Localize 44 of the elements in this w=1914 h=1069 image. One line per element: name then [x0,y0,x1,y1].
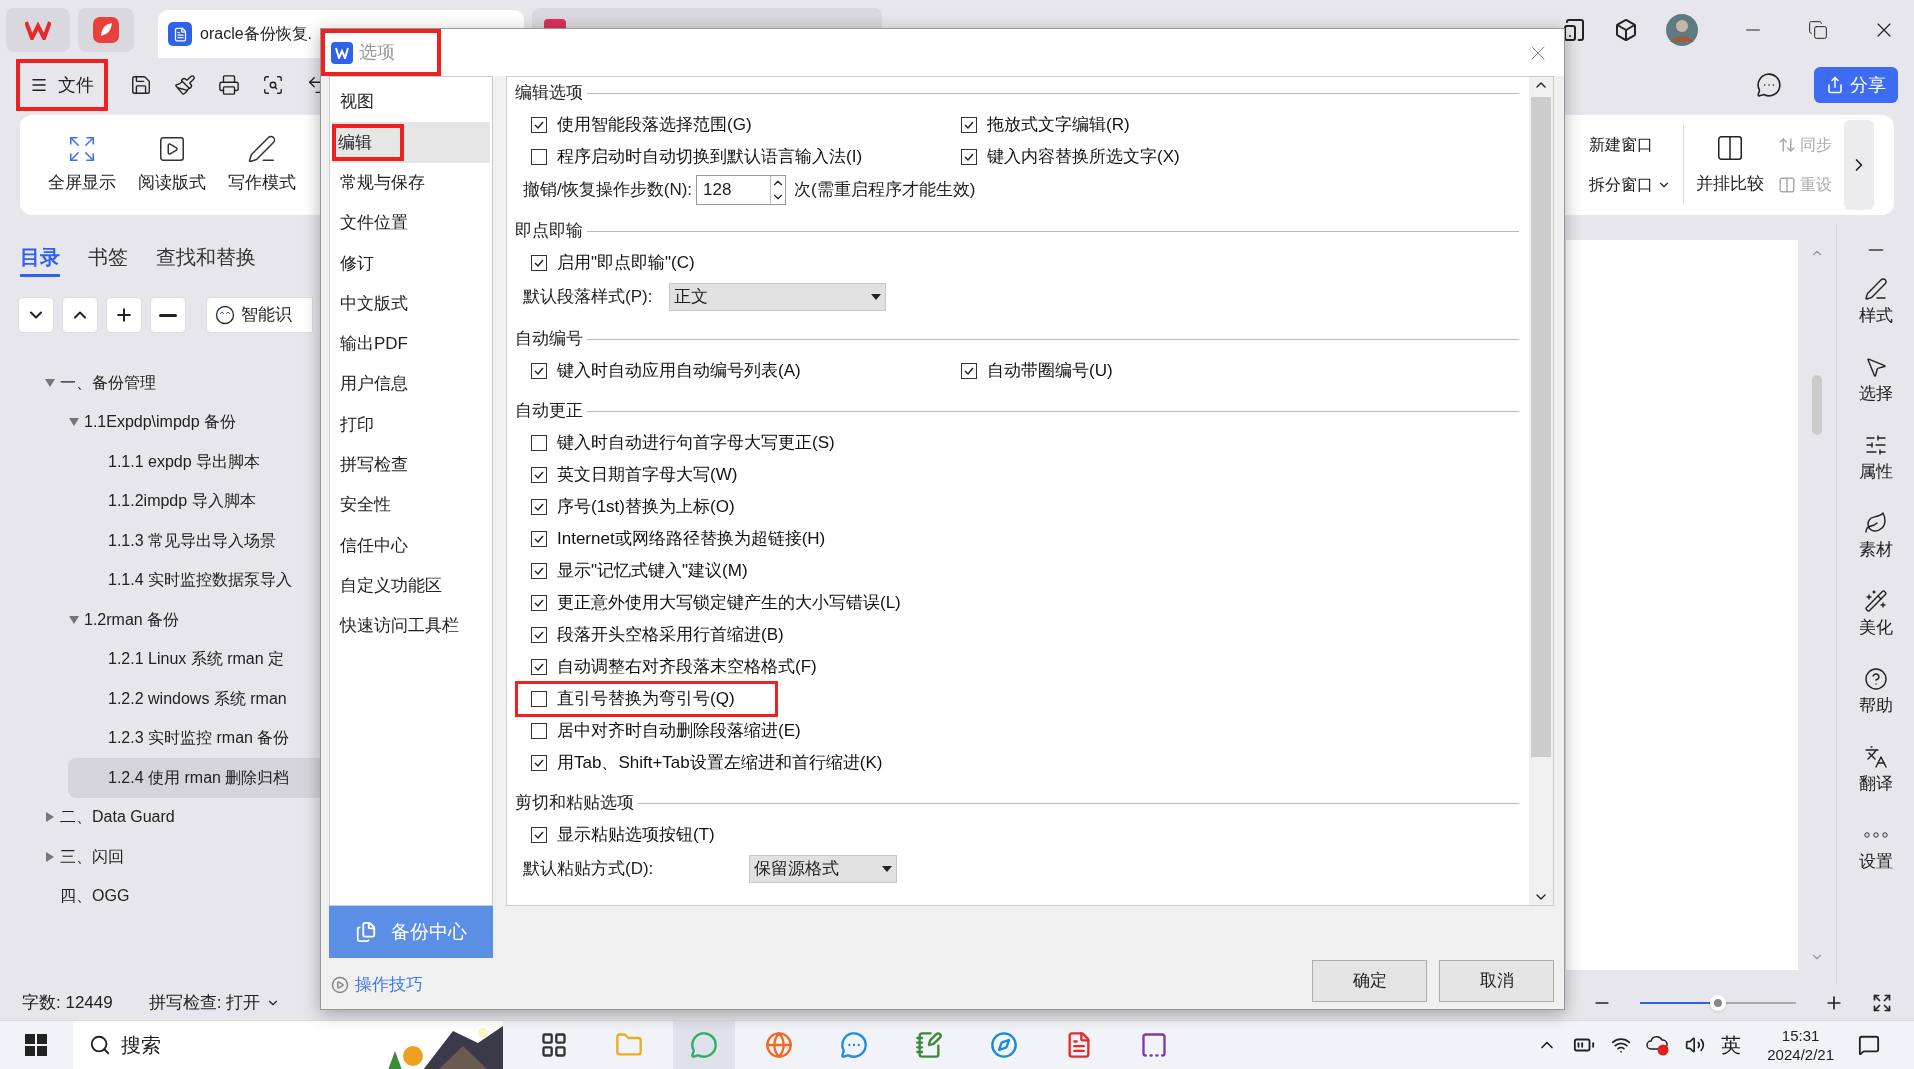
field-label: 默认粘贴方式(D): [523,858,655,881]
option-label: 自动带圈编号(U) [987,360,1113,383]
heading-text: 1.1.2impdp 导入脚本 [108,491,256,512]
option-label: 显示粘贴选项按钮(T) [557,824,715,847]
section-title: 剪切和粘贴选项 [515,792,634,815]
heading-text: 1.1.4 实时监控数据泵导入 [108,570,293,591]
heading-text: 1.2.4 使用 rman 删除归档 [108,767,290,788]
option-label: 序号(1st)替换为上标(O) [557,496,735,519]
heading-text: 1.1Expdp\impdp 备份 [84,412,237,433]
option-label: 程序启动时自动切换到默认语言输入法(I) [557,146,863,169]
option-label: 用Tab、Shift+Tab设置左缩进和首行缩进(K) [557,752,883,775]
section-title: 即点即输 [515,220,583,243]
option-label: 拖放式文字编辑(R) [987,114,1130,137]
heading-text: 1.2.1 Linux 系统 rman 定 [108,649,285,670]
heading-text: 1.2.3 实时监控 rman 备份 [108,728,290,749]
option-label: Internet或网络路径替换为超链接(H) [557,528,826,551]
option-label: 英文日期首字母大写(W) [557,464,738,487]
section-title: 自动编号 [515,328,583,351]
option-label: 更正意外使用大写锁定键产生的大小写错误(L) [557,592,901,615]
heading-text: 1.1.1 expdp 导出脚本 [108,451,261,472]
option-label: 自动调整右对齐段落末空格格式(F) [557,656,817,679]
dialog-title: 选项 [359,41,395,64]
option-label: 键入时自动进行句首字母大写更正(S) [557,432,835,455]
heading-text: 1.2.2 windows 系统 rman [108,688,287,709]
option-label: 直引号替换为弯引号(Q) [557,688,735,711]
section-title: 编辑选项 [515,82,583,105]
word-count: 字数: 12449 [22,991,113,1014]
heading-text: 1.1.3 常见导出导入场景 [108,530,277,551]
option-label: 键入时自动应用自动编号列表(A) [557,360,801,383]
field-label: 默认段落样式(P): [523,286,654,309]
option-label: 键入内容替换所选文字(X) [987,146,1180,169]
option-label: 显示"记忆式键入"建议(M) [557,560,748,583]
heading-text: 二、Data Guard [60,807,175,828]
option-label: 启用"即点即输"(C) [557,252,695,275]
section-title: 自动更正 [515,400,583,423]
option-label: 使用智能段落选择范围(G) [557,114,752,137]
heading-text: 三、闪回 [60,846,124,867]
heading-text: 四、OGG [60,886,130,907]
field-label: 撤销/恢复操作步数(N): [523,179,693,202]
heading-text: 1.2rman 备份 [84,609,180,630]
option-label: 居中对齐时自动删除段落缩进(E) [557,720,801,743]
option-label: 段落开头空格采用行首缩进(B) [557,624,784,647]
heading-text: 一、备份管理 [60,372,156,393]
field-note: 次(需重启程序才能生效) [794,179,976,202]
